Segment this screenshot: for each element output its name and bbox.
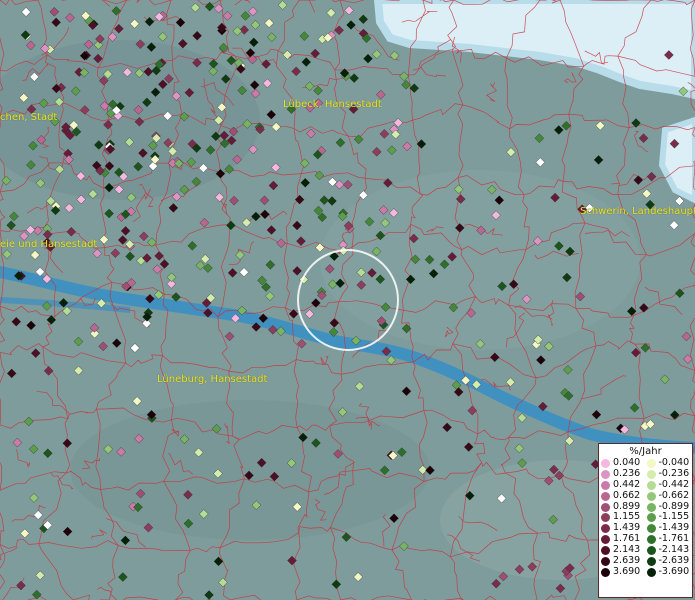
legend-swatch (601, 524, 610, 534)
city-label-lueneburg: Lüneburg, Hansestadt (157, 374, 268, 385)
legend-swatch (601, 567, 610, 577)
legend-swatch (601, 480, 610, 490)
legend-swatch (601, 513, 610, 523)
legend-swatch (646, 546, 656, 556)
legend-panel: %/Jahr 0.040 0.236 0.442 0.662 0.899 1.155 1.4… (598, 443, 693, 598)
legend-swatch (646, 556, 656, 566)
legend-swatch (601, 491, 610, 501)
legend-negative-column: -0.040 -0.236 -0.442 -0.662 -0.899 -1.155 -1.4… (646, 457, 693, 578)
legend-swatch (646, 513, 656, 523)
legend-swatch (646, 480, 656, 490)
legend-swatch (601, 535, 610, 545)
legend-value: 3.690 (613, 565, 641, 577)
legend-value: -3.690 (658, 565, 690, 577)
legend-swatch (601, 458, 610, 468)
legend-swatch (646, 524, 656, 534)
legend-swatch (601, 556, 610, 566)
legend-swatch (646, 567, 656, 577)
legend-swatch (601, 546, 610, 556)
legend-swatch (601, 502, 610, 512)
legend-swatch (646, 458, 656, 468)
legend-swatch (646, 469, 656, 479)
legend-row-negative: -3.690 (646, 565, 693, 578)
city-label-kiel: chen, Stadt (0, 112, 58, 123)
map-canvas[interactable] (0, 0, 695, 600)
legend-swatch (646, 502, 656, 512)
city-label-schwerin: Schwerin, Landeshaupt (580, 206, 695, 217)
legend-swatch (601, 469, 610, 479)
legend-swatch (646, 491, 656, 501)
legend-value: 0.662 (613, 489, 641, 501)
legend-row-negative: -0.662 (646, 489, 693, 502)
legend-columns: 0.040 0.236 0.442 0.662 0.899 1.155 1.439 1.761… (599, 457, 693, 578)
city-label-luebeck: Lübeck, Hansestadt (283, 99, 382, 110)
legend-row-positive: 3.690 (601, 565, 647, 578)
legend-swatch (646, 535, 656, 545)
legend-positive-column: 0.040 0.236 0.442 0.662 0.899 1.155 1.439 1.761… (601, 457, 647, 578)
legend-value: -0.662 (658, 489, 690, 501)
city-label-hamburg: eie und Hansestadt (0, 239, 98, 250)
legend-row-positive: 0.662 (601, 489, 647, 502)
